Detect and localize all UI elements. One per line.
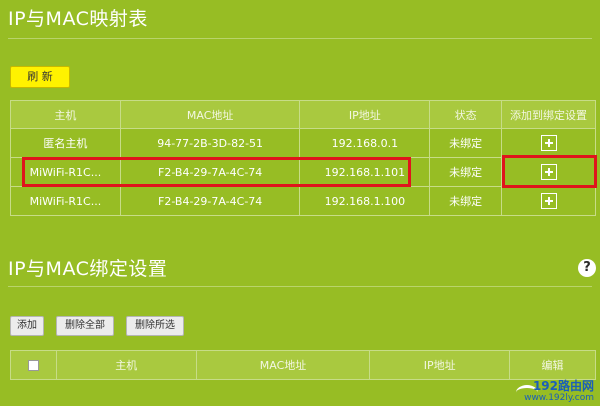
column-header: MAC地址 [195,350,371,380]
refresh-button[interactable]: 刷 新 [10,66,70,88]
highlight-box-row [22,157,411,187]
column-header: IP地址 [299,100,431,129]
table-row: MiWiFi-R1C... F2-B4-29-7A-4C-74 192.168.… [10,186,596,216]
column-header: IP地址 [369,350,511,380]
table-header: 主机 MAC地址 IP地址 状态 添加到绑定设置 [10,100,596,129]
cell-mac: 94-77-2B-3D-82-51 [119,128,301,158]
cell-add [501,128,596,158]
plus-icon[interactable] [540,193,557,209]
watermark-title: 192路由网 [532,379,594,393]
column-header: 主机 [55,350,197,380]
watermark-url: www.192ly.com [524,393,594,403]
select-all-cell [10,350,57,380]
table-header: 主机 MAC地址 IP地址 编辑 [10,350,596,380]
cell-mac: F2-B4-29-7A-4C-74 [119,186,301,216]
mapping-table-title: IP与MAC映射表 [8,8,148,30]
binding-settings-title: IP与MAC绑定设置 [8,258,168,280]
column-header: 主机 [10,100,121,129]
help-icon[interactable]: ? [578,259,596,277]
column-header: MAC地址 [119,100,301,129]
column-header: 添加到绑定设置 [501,100,596,129]
cell-status: 未绑定 [429,157,503,187]
cell-ip: 192.168.1.100 [299,186,431,216]
column-header: 编辑 [509,350,596,380]
title-divider [8,286,592,287]
column-header: 状态 [429,100,503,129]
delete-all-button[interactable]: 删除全部 [56,316,114,336]
cell-ip: 192.168.0.1 [299,128,431,158]
checkbox[interactable] [27,360,39,371]
cell-status: 未绑定 [429,128,503,158]
add-button[interactable]: 添加 [10,316,44,336]
watermark: 192路由网 www.192ly.com [524,380,594,404]
title-divider [8,38,592,39]
highlight-box-add [502,155,597,188]
plus-icon[interactable] [540,135,557,151]
delete-selected-button[interactable]: 删除所选 [126,316,184,336]
binding-table: 主机 MAC地址 IP地址 编辑 [10,350,596,380]
cell-host: MiWiFi-R1C... [10,186,121,216]
cell-add [501,186,596,216]
table-row: 匿名主机 94-77-2B-3D-82-51 192.168.0.1 未绑定 [10,128,596,158]
cell-status: 未绑定 [429,186,503,216]
cell-host: 匿名主机 [10,128,121,158]
